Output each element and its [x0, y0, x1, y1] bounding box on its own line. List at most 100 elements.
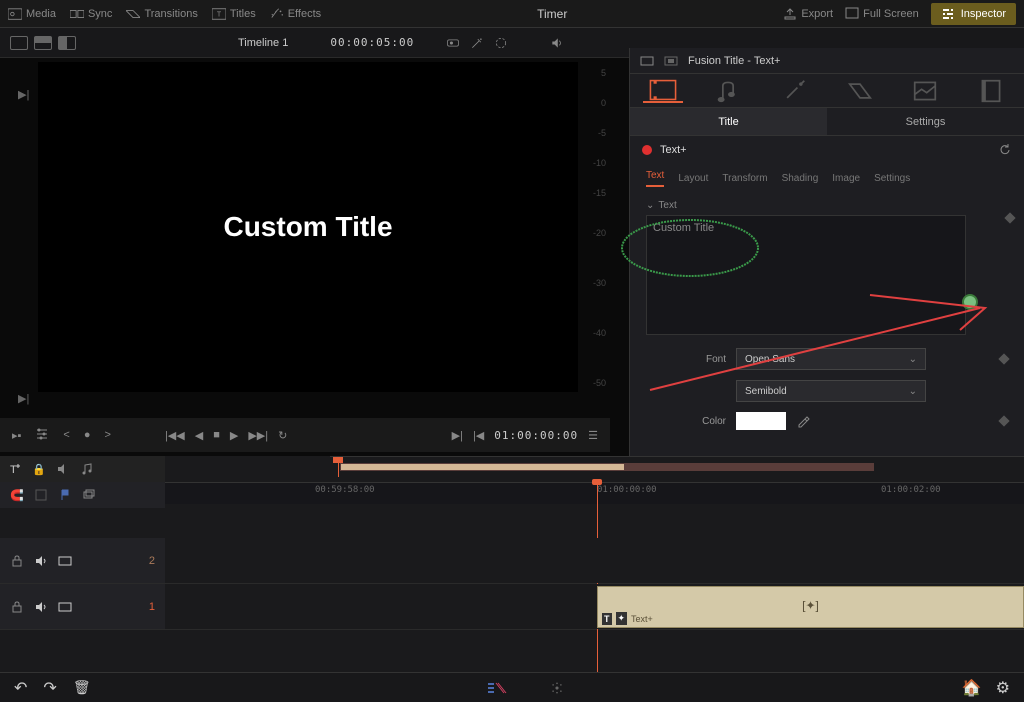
loop-icon[interactable]: ↻ [278, 429, 287, 442]
weight-select[interactable]: Semibold [736, 380, 926, 402]
tick: 01:00:02:00 [881, 485, 941, 495]
video-tab-icon[interactable] [643, 79, 683, 103]
next-edit-icon[interactable]: > [105, 429, 111, 441]
export-btn[interactable]: Export [783, 7, 833, 21]
text-section-label[interactable]: ⌄Text [646, 200, 1008, 211]
menu-icon[interactable]: ☰ [588, 429, 598, 442]
selection-tool-icon[interactable]: T [8, 462, 22, 476]
subtab-text[interactable]: Text [646, 170, 664, 187]
skip-end-icon[interactable]: ▶| [18, 392, 29, 405]
text-clip[interactable]: [✦] T ✦ Text+ [597, 586, 1024, 628]
music-tool-icon[interactable] [80, 462, 94, 476]
stop-icon[interactable]: ■ [213, 429, 220, 442]
transitions-tab[interactable]: Transitions [126, 7, 197, 21]
fullscreen-btn[interactable]: Full Screen [845, 7, 919, 21]
track-header-v1[interactable]: 1 [0, 584, 165, 629]
clip-icon-2 [664, 54, 678, 68]
color-picker-icon[interactable] [796, 414, 810, 428]
view-mode-2[interactable] [34, 36, 52, 50]
image-tab-icon[interactable] [905, 79, 945, 103]
wand-icon[interactable] [470, 36, 484, 50]
transitions-icon [126, 7, 140, 21]
track-number: 1 [149, 601, 155, 613]
transition-tab-icon[interactable] [840, 79, 880, 103]
media-tab[interactable]: Media [8, 7, 56, 21]
font-label: Font [646, 354, 726, 365]
audio-tab-icon[interactable] [708, 79, 748, 103]
view-mode-3[interactable] [58, 36, 76, 50]
track-header-v2[interactable]: 2 [0, 538, 165, 583]
lock-icon[interactable] [10, 600, 24, 614]
title-mode-tab[interactable]: Title [630, 108, 827, 135]
viewer[interactable]: Custom Title [38, 62, 578, 392]
skip-start-icon[interactable]: ▶| [18, 88, 29, 101]
marker-tool-icon[interactable] [34, 488, 48, 502]
viewer-timecode[interactable]: 00:00:05:00 [330, 36, 414, 49]
titles-icon: T [212, 7, 226, 21]
text-keyframe[interactable] [1004, 212, 1015, 223]
color-keyframe[interactable] [998, 415, 1009, 426]
transport-play-range-icon[interactable]: ▸▪ [12, 429, 21, 442]
bottom-bar: ↶ ↷ 🗑 🏠 ⚙ [0, 672, 1024, 702]
subtab-layout[interactable]: Layout [678, 173, 708, 184]
inspector-header: Fusion Title - Text+ [630, 48, 1024, 74]
prev-edit-icon[interactable]: < [63, 429, 69, 441]
settings-mode-tab[interactable]: Settings [827, 108, 1024, 135]
volume-tool-icon[interactable] [56, 462, 70, 476]
trash-icon[interactable]: 🗑 [73, 679, 91, 696]
color-swatch[interactable] [736, 412, 786, 430]
viewer-title-text: Custom Title [223, 211, 392, 243]
jump-prev-icon[interactable]: |◀ [473, 429, 484, 442]
page-cut-icon[interactable] [486, 681, 508, 695]
undo-icon[interactable]: ↶ [14, 678, 27, 698]
first-frame-icon[interactable]: |◀◀ [165, 429, 185, 442]
bypass-icon[interactable] [446, 36, 460, 50]
reset-icon[interactable] [998, 143, 1012, 157]
flag-tool-icon[interactable] [58, 488, 72, 502]
tick: 00:59:58:00 [315, 485, 375, 495]
app-title: Timer [321, 7, 783, 21]
page-edit-icon[interactable] [548, 681, 566, 695]
font-select[interactable]: Open Sans [736, 348, 926, 370]
effects-tab-icon[interactable] [774, 79, 814, 103]
settings-icon[interactable]: ⚙ [996, 678, 1010, 698]
lock-icon[interactable] [10, 554, 24, 568]
layers-tool-icon[interactable] [82, 488, 96, 502]
home-icon[interactable]: 🏠 [962, 678, 982, 698]
transport-timecode[interactable]: 01:00:00:00 [494, 429, 578, 442]
inspector-btn[interactable]: Inspector [931, 3, 1016, 25]
next-frame-icon[interactable]: ▶▶| [248, 429, 268, 442]
node-header[interactable]: Text+ [630, 136, 1024, 164]
video-track-1: 1 [✦] T ✦ Text+ [0, 584, 1024, 630]
media-icon [8, 7, 22, 21]
snap-icon[interactable]: 🧲 [10, 489, 24, 502]
jump-next-icon[interactable]: ▶| [452, 429, 463, 442]
record-icon[interactable]: ● [84, 429, 91, 441]
color-wheel-icon[interactable] [494, 36, 508, 50]
node-enable-dot[interactable] [642, 145, 652, 155]
file-tab-icon[interactable] [971, 79, 1011, 103]
play-icon[interactable]: ▶ [230, 429, 238, 442]
mute-icon[interactable] [34, 600, 48, 614]
subtab-image[interactable]: Image [832, 173, 860, 184]
subtab-settings[interactable]: Settings [874, 173, 910, 184]
visible-icon[interactable] [58, 600, 72, 614]
subtab-transform[interactable]: Transform [722, 173, 767, 184]
subtab-shading[interactable]: Shading [782, 173, 819, 184]
inspector-mode-tabs: Title Settings [630, 108, 1024, 136]
titles-tab[interactable]: TTitles [212, 7, 256, 21]
view-mode-1[interactable] [10, 36, 28, 50]
visible-icon[interactable] [58, 554, 72, 568]
text-input[interactable] [646, 215, 966, 335]
sync-tab[interactable]: Sync [70, 7, 112, 21]
clip-center-icon: [✦] [802, 599, 819, 613]
svg-text:T: T [10, 464, 17, 476]
text-subtabs: Text Layout Transform Shading Image Sett… [630, 164, 1024, 192]
redo-icon[interactable]: ↷ [43, 678, 56, 698]
font-keyframe[interactable] [998, 353, 1009, 364]
prev-frame-icon[interactable]: ◀ [195, 429, 203, 442]
audio-icon[interactable] [550, 36, 564, 50]
effects-tab[interactable]: Effects [270, 7, 321, 21]
transport-sliders-icon[interactable] [35, 427, 49, 444]
mute-icon[interactable] [34, 554, 48, 568]
